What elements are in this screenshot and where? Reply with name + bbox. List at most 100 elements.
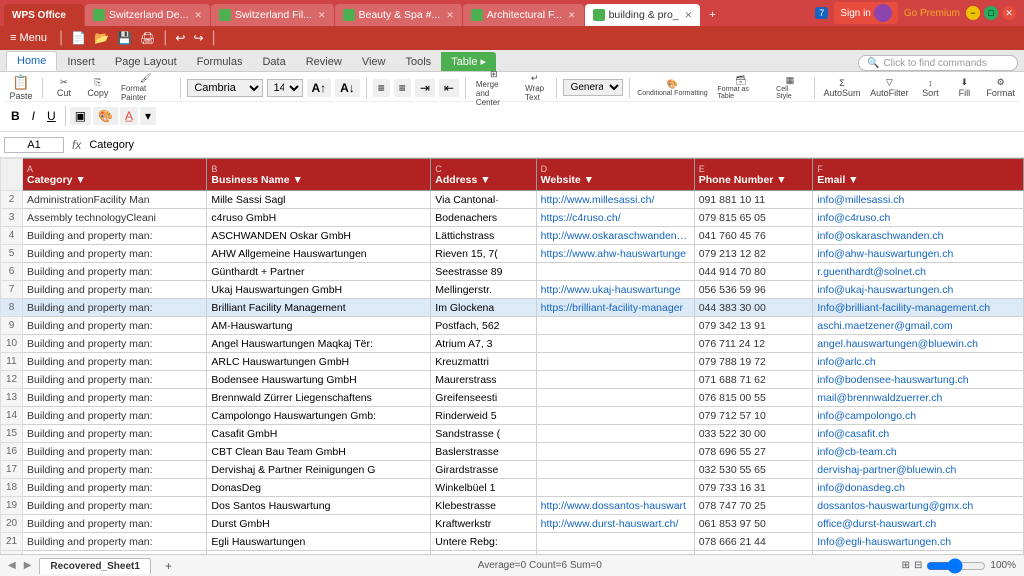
table-row[interactable]: 6Building and property man:Günthardt + P…: [1, 263, 1024, 281]
table-row[interactable]: 11Building and property man:ARLC Hauswar…: [1, 353, 1024, 371]
cell-email[interactable]: info@casafit.ch: [813, 425, 1024, 443]
tab-beauty-spa[interactable]: Beauty & Spa #... ✕: [335, 4, 462, 26]
cell-website[interactable]: https://brilliant-facility-manager: [536, 299, 694, 317]
cell-address[interactable]: Klebestrasse: [431, 497, 536, 515]
cell-email[interactable]: dervishaj-partner@bluewin.ch: [813, 461, 1024, 479]
table-row[interactable]: 14Building and property man:Campolongo H…: [1, 407, 1024, 425]
cell-phone[interactable]: 076 711 24 12: [694, 335, 813, 353]
cell-business-name[interactable]: DonasDeg: [207, 479, 431, 497]
cell-address[interactable]: Winkelbüel 1: [431, 479, 536, 497]
table-row[interactable]: 10Building and property man:Angel Hauswa…: [1, 335, 1024, 353]
cell-phone[interactable]: 033 522 30 00: [694, 425, 813, 443]
cell-business-name[interactable]: AM-Hauswartung: [207, 317, 431, 335]
cell-website[interactable]: http://www.ukaj-hauswartunge: [536, 281, 694, 299]
font-size-selector[interactable]: 14: [267, 79, 303, 97]
cell-category[interactable]: Building and property man:: [23, 533, 207, 551]
cell-phone[interactable]: 079 712 57 10: [694, 407, 813, 425]
cell-business-name[interactable]: ARLC Hauswartungen GmbH: [207, 353, 431, 371]
bold-button[interactable]: B: [6, 108, 25, 124]
nav-prev-button[interactable]: ◀: [8, 560, 16, 571]
cell-category[interactable]: Building and property man:: [23, 317, 207, 335]
cell-category[interactable]: Building and property man:: [23, 227, 207, 245]
cell-website[interactable]: [536, 389, 694, 407]
cell-category[interactable]: Building and property man:: [23, 371, 207, 389]
ribbon-search[interactable]: 🔍 Click to find commands: [858, 55, 1018, 71]
cell-email[interactable]: info@ahw-hauswartungen.ch: [813, 245, 1024, 263]
maximize-button[interactable]: □: [984, 6, 998, 20]
table-row[interactable]: 2AdministrationFacility ManMille Sassi S…: [1, 191, 1024, 209]
cell-business-name[interactable]: Bodensee Hauswartung GmbH: [207, 371, 431, 389]
tab-home[interactable]: Home: [6, 51, 57, 71]
cell-phone[interactable]: 032 530 55 65: [694, 461, 813, 479]
premium-button[interactable]: Go Premium: [904, 8, 960, 19]
table-row[interactable]: 4Building and property man:ASCHWANDEN Os…: [1, 227, 1024, 245]
notification-badge[interactable]: 7: [815, 7, 828, 19]
tab-close-3[interactable]: ✕: [446, 10, 454, 21]
italic-button[interactable]: I: [27, 108, 40, 124]
toolbar-icon-print[interactable]: 🖨: [140, 31, 155, 45]
col-header-E[interactable]: E Phone Number ▼: [694, 159, 813, 191]
highlight-button[interactable]: ▾: [140, 107, 156, 125]
col-header-F[interactable]: F Email ▼: [813, 159, 1024, 191]
close-button[interactable]: ✕: [1002, 6, 1016, 20]
align-left-button[interactable]: ≡: [373, 79, 390, 97]
indent-decrease-button[interactable]: ⇤: [439, 79, 459, 97]
cell-phone[interactable]: 061 853 97 50: [694, 515, 813, 533]
paste-button[interactable]: 📋 Paste: [6, 72, 36, 103]
cell-website[interactable]: [536, 317, 694, 335]
cell-email[interactable]: mail@brennwaldzuerrer.ch: [813, 389, 1024, 407]
tab-review[interactable]: Review: [296, 53, 352, 71]
cell-website[interactable]: [536, 407, 694, 425]
col-header-B[interactable]: B Business Name ▼: [207, 159, 431, 191]
tab-close-5[interactable]: ✕: [685, 10, 693, 21]
cell-reference-input[interactable]: [4, 137, 64, 153]
cell-email[interactable]: info@donasdeg.ch: [813, 479, 1024, 497]
cell-address[interactable]: Lättichstrass: [431, 227, 536, 245]
cell-phone[interactable]: 079 815 65 05: [694, 209, 813, 227]
cell-phone[interactable]: 076 815 00 55: [694, 389, 813, 407]
toolbar-icon-save[interactable]: 💾: [117, 31, 132, 45]
cell-category[interactable]: Building and property man:: [23, 407, 207, 425]
toolbar-icon-undo[interactable]: ↩: [175, 31, 185, 45]
add-sheet-button[interactable]: +: [159, 557, 178, 575]
table-row[interactable]: 19Building and property man:Dos Santos H…: [1, 497, 1024, 515]
table-row[interactable]: 8Building and property man:Brilliant Fac…: [1, 299, 1024, 317]
formula-input[interactable]: [89, 139, 1020, 151]
cell-address[interactable]: Sandstrasse (: [431, 425, 536, 443]
cell-address[interactable]: Greifenseesti: [431, 389, 536, 407]
tab-formulas[interactable]: Formulas: [187, 53, 253, 71]
toolbar-icon-new[interactable]: 📄: [71, 31, 86, 45]
cell-phone[interactable]: 078 666 21 44: [694, 533, 813, 551]
cell-category[interactable]: Building and property man:: [23, 425, 207, 443]
tab-data[interactable]: Data: [252, 53, 295, 71]
wps-office-button[interactable]: WPS Office: [4, 4, 84, 26]
table-row[interactable]: 13Building and property man:Brennwald Zü…: [1, 389, 1024, 407]
col-header-A[interactable]: A Category ▼: [23, 159, 207, 191]
font-color-button[interactable]: A̲: [120, 107, 138, 125]
cell-address[interactable]: Girardstrasse: [431, 461, 536, 479]
cell-business-name[interactable]: Egli Hauswartungen: [207, 533, 431, 551]
cell-category[interactable]: Building and property man:: [23, 461, 207, 479]
cell-address[interactable]: Rinderweid 5: [431, 407, 536, 425]
toolbar-icon-open[interactable]: 📂: [94, 31, 109, 45]
cell-business-name[interactable]: Mille Sassi Sagl: [207, 191, 431, 209]
data-area[interactable]: A Category ▼ B Business Name ▼ C Address…: [0, 158, 1024, 554]
cell-email[interactable]: info@oskaraschwanden.ch: [813, 227, 1024, 245]
cell-website[interactable]: https://www.ahw-hauswartunge: [536, 245, 694, 263]
cell-business-name[interactable]: CBT Clean Bau Team GmbH: [207, 443, 431, 461]
table-row[interactable]: 7Building and property man:Ukaj Hauswart…: [1, 281, 1024, 299]
cell-email[interactable]: info@millesassi.ch: [813, 191, 1024, 209]
cell-phone[interactable]: 079 213 12 82: [694, 245, 813, 263]
cell-website[interactable]: https://c4ruso.ch/: [536, 209, 694, 227]
cell-email[interactable]: dossantos-hauswartung@gmx.ch: [813, 497, 1024, 515]
table-row[interactable]: 9Building and property man:AM-Hauswartun…: [1, 317, 1024, 335]
cell-phone[interactable]: 079 342 13 91: [694, 317, 813, 335]
cell-email[interactable]: info@c4ruso.ch: [813, 209, 1024, 227]
cell-email[interactable]: info@ukaj-hauswartungen.ch: [813, 281, 1024, 299]
cell-business-name[interactable]: Dos Santos Hauswartung: [207, 497, 431, 515]
cell-category[interactable]: Building and property man:: [23, 479, 207, 497]
cell-address[interactable]: Rieven 15, 7(: [431, 245, 536, 263]
cell-business-name[interactable]: Ukaj Hauswartungen GmbH: [207, 281, 431, 299]
fill-color-button[interactable]: 🎨: [93, 107, 118, 125]
font-family-selector[interactable]: Cambria: [187, 79, 262, 97]
